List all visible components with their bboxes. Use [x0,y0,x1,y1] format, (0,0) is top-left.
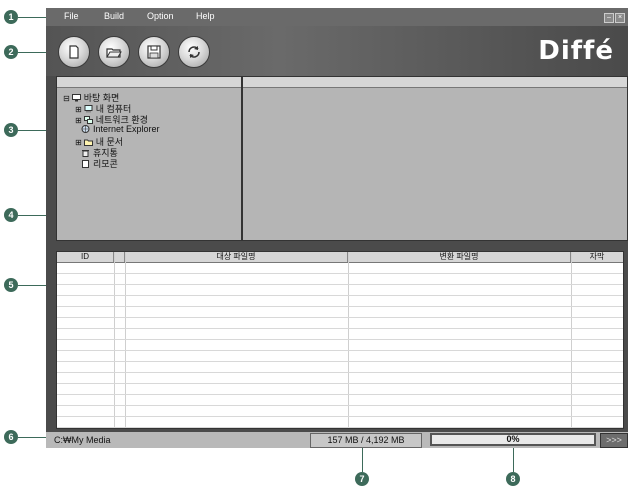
tree-item-label: Internet Explorer [93,124,160,134]
callout-1: 1 [4,10,18,24]
app-window: File Build Option Help – × Diffé ⊟ 바탕 화면… [46,8,628,448]
file-pane-header [243,77,627,88]
tree-item-label: 리모콘 [93,159,118,169]
column-header-target-file[interactable]: 대상 파일명 [125,252,348,262]
open-folder-button[interactable] [98,36,130,68]
column-header-subtitle[interactable]: 자막 [571,252,623,262]
toolbar: Diffé [46,26,628,76]
tree-item[interactable]: Internet Explorer [81,124,160,134]
callout-8: 8 [506,472,520,486]
table-row[interactable] [57,406,623,417]
menu-option[interactable]: Option [147,11,174,21]
start-conversion-button[interactable]: >>> [600,433,628,448]
save-button[interactable] [138,36,170,68]
table-row[interactable] [57,329,623,340]
disk-space-indicator: 157 MB / 4,192 MB [310,433,422,448]
table-row[interactable] [57,274,623,285]
table-row[interactable] [57,307,623,318]
table-row[interactable] [57,263,623,274]
table-row[interactable] [57,417,623,428]
callout-7: 7 [355,472,369,486]
table-row[interactable] [57,318,623,329]
callout-2: 2 [4,45,18,59]
callout-3: 3 [4,123,18,137]
floppy-disk-icon [147,45,161,59]
table-row[interactable] [57,296,623,307]
table-row[interactable] [57,340,623,351]
progress-bar: 0% [430,433,596,446]
open-folder-icon [106,48,122,58]
file-list-pane [242,76,628,241]
menu-build[interactable]: Build [104,11,124,21]
tree-item[interactable]: 리모콘 [81,157,118,170]
leader-line-8 [513,448,514,472]
column-header-id[interactable]: ID [57,252,114,262]
tree-expander-icon[interactable]: ⊟ [63,94,70,103]
convert-button[interactable] [178,36,210,68]
minimize-button[interactable]: – [604,13,614,23]
table-row[interactable] [57,285,623,296]
column-header-converted-file[interactable]: 변환 파일명 [348,252,571,262]
table-row[interactable] [57,384,623,395]
new-file-button[interactable] [58,36,90,68]
menu-bar: File Build Option Help – × [46,8,628,26]
menu-help[interactable]: Help [196,11,215,21]
table-row[interactable] [57,362,623,373]
folder-tree-pane: ⊟ 바탕 화면 ⊞ 내 컴퓨터 ⊞ 네트워크 환경 Internet Explorer ⊞ 내 … [56,76,242,241]
globe-icon [81,124,93,134]
column-header-blank[interactable] [114,252,125,262]
file-icon [81,159,93,169]
table-row[interactable] [57,373,623,384]
refresh-arrows-icon [188,46,200,58]
tree-pane-header [57,77,241,88]
leader-line-7 [362,448,363,472]
table-header: ID 대상 파일명 변환 파일명 자막 [57,252,623,263]
conversion-table: ID 대상 파일명 변환 파일명 자막 [56,251,624,429]
table-row[interactable] [57,351,623,362]
callout-5: 5 [4,278,18,292]
callout-6: 6 [4,430,18,444]
current-path: C:₩My Media [54,435,111,445]
table-row[interactable] [57,395,623,406]
status-bar: C:₩My Media 157 MB / 4,192 MB 0% >>> [46,432,628,448]
close-button[interactable]: × [615,13,625,23]
app-logo: Diffé [538,36,614,66]
new-file-icon [69,45,79,59]
menu-file[interactable]: File [64,11,79,21]
progress-label: 0% [506,434,520,444]
callout-4: 4 [4,208,18,222]
